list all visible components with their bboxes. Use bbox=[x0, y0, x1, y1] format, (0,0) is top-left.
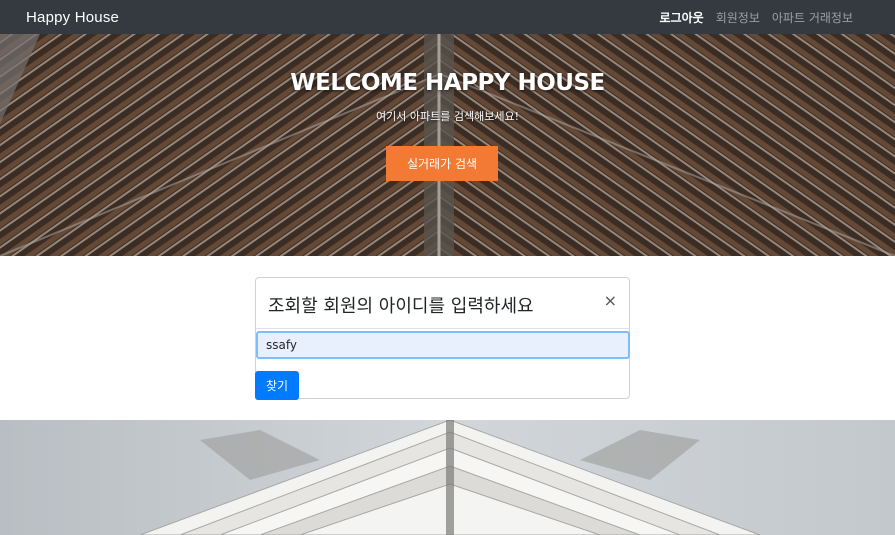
hero-content: WELCOME HAPPY HOUSE 여기서 아파트를 검색해보세요! 실거래… bbox=[0, 34, 895, 256]
bottom-building-image bbox=[0, 420, 895, 535]
close-icon[interactable]: × bbox=[604, 292, 617, 310]
white-building-image bbox=[0, 420, 895, 535]
member-search-modal: 조회할 회원의 아이디를 입력하세요 × 찾기 bbox=[255, 277, 630, 400]
modal-title: 조회할 회원의 아이디를 입력하세요 bbox=[268, 296, 534, 317]
nav-link-member-info[interactable]: 회원정보 bbox=[716, 9, 760, 26]
nav-link-apartment-deals[interactable]: 아파트 거래정보 bbox=[772, 9, 853, 26]
brand-logo[interactable]: Happy House bbox=[26, 9, 119, 26]
hero-subtitle: 여기서 아파트를 검색해보세요! bbox=[376, 110, 519, 123]
member-id-input[interactable] bbox=[256, 331, 630, 359]
modal-header: 조회할 회원의 아이디를 입력하세요 × bbox=[256, 278, 629, 329]
nav-links: 로그아웃 회원정보 아파트 거래정보 bbox=[660, 9, 853, 26]
find-button[interactable]: 찾기 bbox=[255, 371, 299, 400]
hero-banner: WELCOME HAPPY HOUSE 여기서 아파트를 검색해보세요! 실거래… bbox=[0, 34, 895, 256]
top-navbar: Happy House 로그아웃 회원정보 아파트 거래정보 bbox=[0, 0, 895, 34]
search-deals-button[interactable]: 실거래가 검색 bbox=[386, 146, 498, 181]
hero-title: WELCOME HAPPY HOUSE bbox=[290, 70, 605, 96]
nav-link-logout[interactable]: 로그아웃 bbox=[660, 9, 704, 26]
